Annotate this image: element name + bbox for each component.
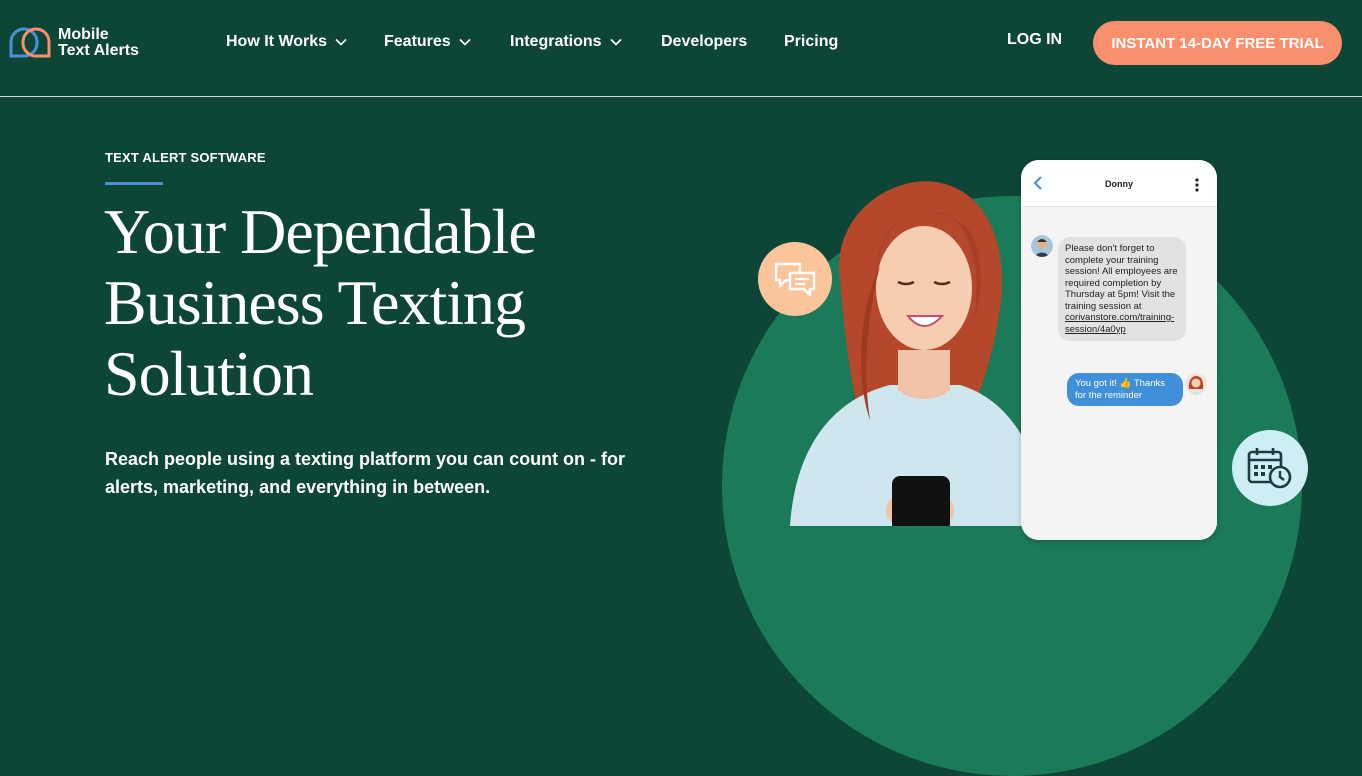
nav-features-label: Features <box>384 33 451 50</box>
incoming-message-text: Please don't forget to complete your tra… <box>1065 243 1178 312</box>
more-vertical-icon[interactable] <box>1195 178 1199 192</box>
hero-subtext: Reach people using a texting platform yo… <box>105 445 665 501</box>
headline-line-1: Your Dependable <box>104 196 537 267</box>
chevron-down-icon <box>335 38 347 46</box>
hero-headline: Your Dependable Business Texting Solutio… <box>104 196 624 409</box>
calendar-clock-icon <box>1232 430 1308 506</box>
logo-text: Mobile Text Alerts <box>58 27 139 59</box>
nav-pricing[interactable]: Pricing <box>784 31 838 53</box>
headline-line-3: Solution <box>104 338 314 409</box>
hero-eyebrow: TEXT ALERT SOFTWARE <box>105 150 266 165</box>
nav-pricing-label: Pricing <box>784 33 839 50</box>
phone-mockup: Donny Please don't forget to complete yo… <box>1021 160 1217 540</box>
headline-line-2: Business Texting <box>104 267 526 338</box>
nav-integrations[interactable]: Integrations <box>510 31 622 53</box>
subtext-line-1: Reach people using a texting platform yo… <box>105 449 626 469</box>
nav-how-it-works-label: How It Works <box>226 33 328 50</box>
recipient-avatar <box>1185 373 1207 395</box>
nav-features[interactable]: Features <box>384 31 471 53</box>
contact-name: Donny <box>1105 179 1133 189</box>
logo[interactable]: Mobile Text Alerts <box>8 26 139 60</box>
chat-bubbles-glyph-icon <box>774 262 816 297</box>
calendar-clock-glyph-icon <box>1247 448 1292 489</box>
subtext-line-2: alerts, marketing, and everything in bet… <box>105 477 491 497</box>
chat-bubbles-icon <box>758 242 832 316</box>
logo-line-2: Text Alerts <box>58 42 139 59</box>
incoming-message: Please don't forget to complete your tra… <box>1058 237 1186 341</box>
chevron-down-icon <box>609 38 622 46</box>
free-trial-button[interactable]: INSTANT 14-DAY FREE TRIAL <box>1093 21 1342 65</box>
nav-how-it-works[interactable]: How It Works <box>226 31 347 53</box>
login-link[interactable]: LOG IN <box>1007 31 1062 49</box>
nav-integrations-label: Integrations <box>510 33 602 50</box>
conversation-thread: Please don't forget to complete your tra… <box>1021 207 1217 540</box>
nav-developers[interactable]: Developers <box>661 31 747 53</box>
outgoing-message: You got it! 👍 Thanks for the reminder <box>1067 373 1183 406</box>
training-link[interactable]: corivanstore.com/training-session/4a0yp <box>1065 312 1174 335</box>
phone-header: Donny <box>1021 160 1217 207</box>
sender-avatar <box>1031 235 1053 257</box>
eyebrow-divider <box>105 182 163 185</box>
logo-mark-icon <box>9 27 51 58</box>
site-header: Mobile Text Alerts How It Works Features… <box>0 0 1362 97</box>
logo-line-1: Mobile <box>58 26 109 43</box>
nav-developers-label: Developers <box>661 33 748 50</box>
chevron-down-icon <box>459 38 471 46</box>
